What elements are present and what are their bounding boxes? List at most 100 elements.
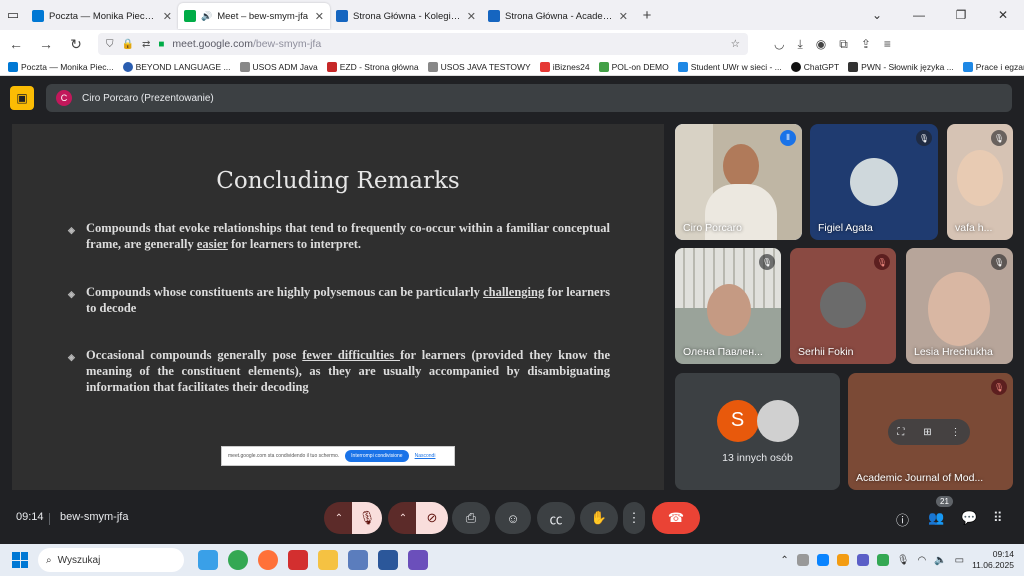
tab-label: Meet – bew-smym-jfa xyxy=(217,10,309,22)
acrobat-icon[interactable] xyxy=(288,550,308,570)
battery-icon[interactable]: ▭ xyxy=(955,555,964,566)
stop-sharing-button[interactable]: Interrompi condivisione xyxy=(345,450,409,462)
app-icon[interactable] xyxy=(408,550,428,570)
word-icon[interactable] xyxy=(378,550,398,570)
participant-tile[interactable]: 🎙 Олена Павлен... xyxy=(675,248,781,364)
participant-tile[interactable]: 🎙 Lesia Hrechukha xyxy=(906,248,1013,364)
wifi-icon[interactable]: ◠ xyxy=(917,555,926,566)
file-explorer-icon[interactable] xyxy=(318,550,338,570)
camera-off-icon[interactable]: ⊘ xyxy=(416,502,448,534)
info-icon[interactable]: ⓘ xyxy=(896,510,909,529)
bookmark-item[interactable]: BEYOND LANGUAGE ... xyxy=(122,61,231,72)
chevron-down-icon[interactable]: ⌄ xyxy=(856,8,898,22)
forward-icon[interactable]: → xyxy=(38,36,54,52)
more-options-icon[interactable]: ⋮ xyxy=(623,502,645,534)
bookmark-item[interactable]: POL-on DEMO xyxy=(598,61,669,72)
other-participants-tile[interactable]: S 13 innych osób xyxy=(675,373,840,490)
widgets-icon[interactable] xyxy=(198,550,218,570)
bookmark-item[interactable]: Poczta — Monika Piec... xyxy=(8,61,114,72)
present-screen-icon[interactable]: ⎙ xyxy=(452,502,490,534)
firefox-icon[interactable] xyxy=(258,550,278,570)
bookmark-label: ChatGPT xyxy=(803,61,840,72)
leave-call-icon[interactable]: ☎ xyxy=(652,502,700,534)
chevron-up-icon[interactable]: ⌃ xyxy=(780,555,788,566)
download-icon[interactable]: ⤓ xyxy=(797,37,802,52)
captions-icon[interactable]: ㏄ xyxy=(537,502,575,534)
url-path: /bew-smym-jfa xyxy=(252,38,322,50)
participant-tile[interactable]: 🎙 Serhii Fokin xyxy=(790,248,896,364)
share-icon[interactable]: ⇪ xyxy=(861,37,871,52)
pocket-icon[interactable]: ◡ xyxy=(774,37,784,52)
clock[interactable]: 09:14 11.06.2025 xyxy=(972,549,1014,571)
pin-icon[interactable]: ⛶ xyxy=(897,427,904,438)
close-icon[interactable]: ✕ xyxy=(619,10,628,23)
tray-icon[interactable] xyxy=(816,554,829,566)
bookmark-item[interactable]: PWN - Słownik języka ... xyxy=(848,61,954,72)
lock-icon[interactable]: 🔒 xyxy=(122,39,134,50)
bookmark-item[interactable]: USOS JAVA TESTOWY xyxy=(427,61,531,72)
printer-icon[interactable] xyxy=(348,550,368,570)
browser-tab-bar: ▭ Poczta — Monika Piechota — O ✕ 🔊 Meet … xyxy=(0,0,1024,30)
windows-start-icon[interactable] xyxy=(12,552,28,568)
bookmark-star-icon[interactable]: ☆ xyxy=(731,38,740,50)
more-options-icon[interactable]: ⋮ xyxy=(951,427,961,438)
frame-icon[interactable]: ⊞ xyxy=(923,427,931,438)
navigation-bar: ← → ↻ ⛉ 🔒 ⇄ ■ meet.google.com/bew-smym-j… xyxy=(0,30,1024,58)
bookmark-item[interactable]: iBiznes24 xyxy=(539,61,590,72)
tab-label: Strona Główna - Academic Journ xyxy=(505,10,614,22)
microphone-icon[interactable]: 🎙 xyxy=(897,555,910,566)
bullet-text-part: for learners to interpret. xyxy=(227,237,362,251)
system-tray: ⌃ 🎙 ◠ 🔈 ▭ 09:14 11.06.2025 xyxy=(780,549,1024,571)
minimize-icon[interactable]: — xyxy=(898,8,940,22)
bullet-text: Compounds whose constituents are highly … xyxy=(86,284,610,316)
close-window-icon[interactable]: ✕ xyxy=(982,8,1024,22)
back-icon[interactable]: ← xyxy=(8,36,24,52)
shield-icon[interactable]: ⛉ xyxy=(106,39,114,50)
volume-icon[interactable]: 🔈 xyxy=(934,555,946,566)
mic-off-icon[interactable]: 🎙 xyxy=(352,502,382,534)
chat-icon[interactable]: 💬 xyxy=(961,510,977,526)
teams-icon[interactable] xyxy=(856,554,869,566)
participant-tile[interactable]: 🎙 vafa h... xyxy=(947,124,1013,240)
bookmark-item[interactable]: Prace i egzaminy dypl... xyxy=(962,61,1024,72)
chrome-icon[interactable] xyxy=(228,550,248,570)
stop-presenting-icon[interactable]: ▣ xyxy=(10,86,34,110)
tab-kolegium[interactable]: Strona Główna - Kolegium Międ ✕ xyxy=(330,3,482,29)
new-tab-button[interactable]: + xyxy=(634,7,660,24)
tray-icon[interactable] xyxy=(876,554,889,566)
tab-list-icon[interactable]: ▭ xyxy=(0,2,26,28)
tab-meet[interactable]: 🔊 Meet – bew-smym-jfa ✕ xyxy=(178,3,330,29)
hide-notice-link[interactable]: Nascondi xyxy=(415,453,436,459)
tray-icon[interactable] xyxy=(796,554,809,566)
participant-tile[interactable]: 🎙 Figiel Agata xyxy=(810,124,938,240)
close-icon[interactable]: ✕ xyxy=(467,10,476,23)
raise-hand-icon[interactable]: ✋ xyxy=(580,502,618,534)
url-bar[interactable]: ⛉ 🔒 ⇄ ■ meet.google.com/bew-smym-jfa ☆ xyxy=(98,33,748,55)
account-icon[interactable]: ◉ xyxy=(816,37,826,52)
extensions-icon[interactable]: ⧉ xyxy=(839,37,848,52)
activities-icon[interactable]: ⠿ xyxy=(993,510,1003,526)
bullet-emphasis: easier xyxy=(196,237,228,251)
permissions-icon[interactable]: ⇄ xyxy=(142,39,150,50)
menu-icon[interactable]: ≡ xyxy=(884,37,891,52)
close-icon[interactable]: ✕ xyxy=(315,10,324,23)
taskbar-search[interactable]: ⌕ Wyszukaj xyxy=(38,548,184,572)
tab-mail[interactable]: Poczta — Monika Piechota — O ✕ xyxy=(26,3,178,29)
participant-tile[interactable]: ⦀ Ciro Porcaro xyxy=(675,124,802,240)
people-icon[interactable]: 👥 xyxy=(928,510,944,526)
speaker-icon[interactable]: 🔊 xyxy=(201,11,212,22)
camera-options-button[interactable]: ⌃ xyxy=(388,502,418,534)
participant-tile[interactable]: 🎙 ⛶ ⊞ ⋮ Academic Journal of Mod... xyxy=(848,373,1013,490)
emoji-icon[interactable]: ☺ xyxy=(495,502,531,534)
tray-icon[interactable] xyxy=(836,554,849,566)
bookmark-item[interactable]: USOS ADM Java xyxy=(239,61,318,72)
restore-icon[interactable]: ❐ xyxy=(940,8,982,22)
participant-video xyxy=(723,144,759,188)
close-icon[interactable]: ✕ xyxy=(163,10,172,23)
bookmark-item[interactable]: EZD - Strona główna xyxy=(326,61,419,72)
mic-options-button[interactable]: ⌃ xyxy=(324,502,354,534)
tab-academic-journal[interactable]: Strona Główna - Academic Journ ✕ xyxy=(482,3,634,29)
reload-icon[interactable]: ↻ xyxy=(68,36,84,53)
bookmark-item[interactable]: Student UWr w sieci - ... xyxy=(677,61,782,72)
bookmark-item[interactable]: ChatGPT xyxy=(790,61,840,72)
